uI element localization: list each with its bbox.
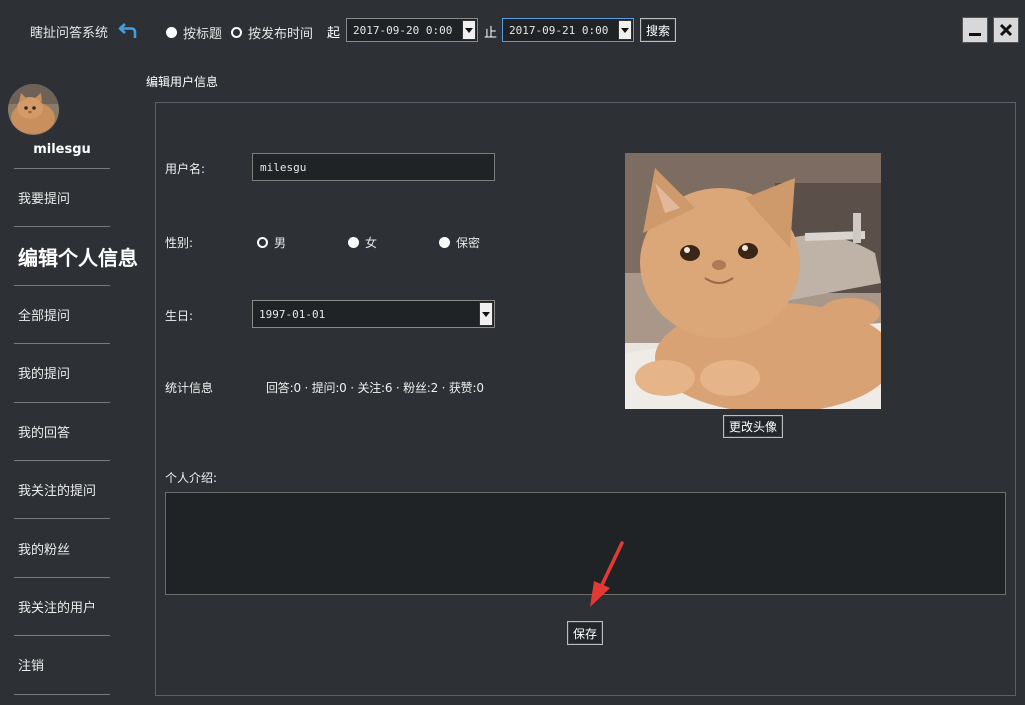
cat-photo-icon [625,153,895,413]
birthday-dropdown-button[interactable] [479,302,493,326]
chevron-down-icon [482,311,490,317]
gender-option-secret-label: 保密 [456,236,481,250]
avatar [8,84,59,135]
sidebar-item-my-followers[interactable]: 我的粉丝 [14,519,110,578]
sidebar-nav: 我要提问 编辑个人信息 全部提问 我的提问 我的回答 我关注的提问 我的粉丝 我… [14,168,138,695]
sidebar-item-followed-questions[interactable]: 我关注的提问 [14,461,110,520]
radio-unselected-icon [439,237,450,248]
to-label: 止 [484,26,498,41]
save-button[interactable]: 保存 [567,621,603,645]
radio-selected-icon [231,27,242,38]
close-icon [999,23,1013,37]
from-date-value: 2017-09-20 0:00 [353,23,453,37]
search-button[interactable]: 搜索 [640,18,676,42]
minimize-icon [969,33,981,36]
gender-option-female-label: 女 [365,236,378,250]
section-title: 编辑用户信息 [146,75,219,89]
sidebar-item-my-questions[interactable]: 我的提问 [14,344,110,403]
search-by-time-option[interactable]: 按发布时间 [231,23,313,42]
avatar-preview [625,153,895,413]
username-input[interactable]: milesgu [252,153,495,181]
search-by-title-label: 按标题 [183,27,223,42]
stats-value: 回答:0 · 提问:0 · 关注:6 · 粉丝:2 · 获赞:0 [266,381,484,395]
to-date-dropdown-button[interactable] [618,20,632,40]
minimize-button[interactable] [962,17,988,43]
search-by-time-label: 按发布时间 [248,27,314,42]
to-date-value: 2017-09-21 0:00 [509,23,609,37]
gender-option-female[interactable]: 女 [348,234,377,251]
back-arrow-icon [118,23,137,38]
birthday-value: 1997-01-01 [259,307,326,321]
search-by-title-option[interactable]: 按标题 [166,23,222,42]
change-avatar-button[interactable]: 更改头像 [723,415,783,438]
from-date-dropdown-button[interactable] [462,20,476,40]
chevron-down-icon [621,27,629,33]
sidebar-item-logout[interactable]: 注销 [14,636,110,695]
sidebar-item-my-answers[interactable]: 我的回答 [14,403,110,461]
sidebar-item-ask-question[interactable]: 我要提问 [14,169,110,228]
app-title: 瞎扯问答系统 [30,26,109,41]
radio-unselected-icon [348,237,359,248]
gender-label: 性别: [165,236,194,250]
birthday-picker[interactable]: 1997-01-01 [252,300,495,328]
chevron-down-icon [465,27,473,33]
gender-option-male[interactable]: 男 [257,234,286,251]
username-label: 用户名: [165,162,206,176]
sidebar-item-edit-profile[interactable]: 编辑个人信息 [14,227,138,286]
annotation-arrow [586,541,626,611]
sidebar-item-followed-users[interactable]: 我关注的用户 [14,578,110,637]
gender-option-male-label: 男 [274,236,287,250]
radio-selected-icon [257,237,268,248]
cat-avatar-icon [8,84,59,135]
bio-label: 个人介绍: [165,471,218,485]
close-button[interactable] [993,17,1019,43]
birthday-label: 生日: [165,309,194,323]
radio-unselected-icon [166,27,177,38]
red-arrow-icon [590,541,624,607]
back-button[interactable] [118,20,140,40]
stats-label: 统计信息 [165,381,214,395]
to-date-picker[interactable]: 2017-09-21 0:00 [502,18,634,42]
from-label: 起 [327,26,341,41]
from-date-picker[interactable]: 2017-09-20 0:00 [346,18,478,42]
sidebar-username: milesgu [33,142,91,157]
sidebar-item-all-questions[interactable]: 全部提问 [14,286,110,345]
gender-option-secret[interactable]: 保密 [439,234,480,251]
